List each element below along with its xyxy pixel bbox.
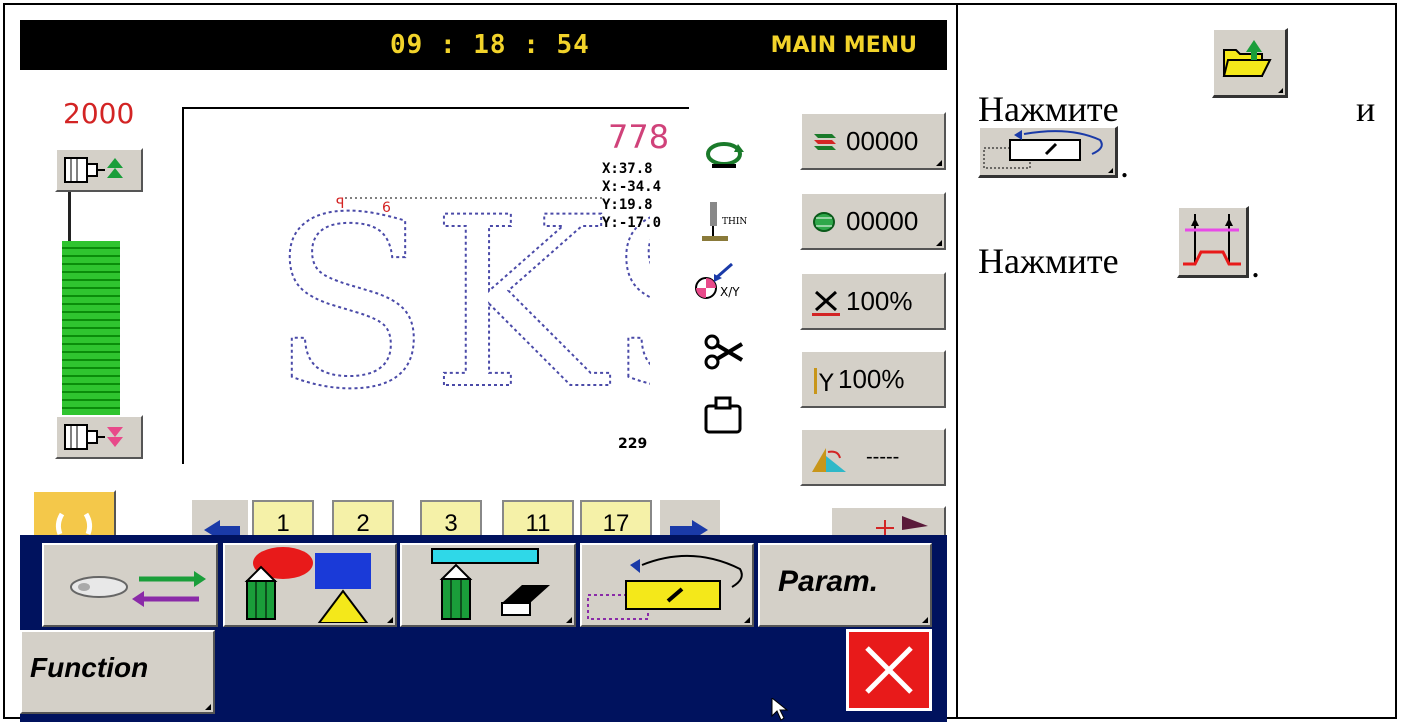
- clock: 09 : 18 : 54: [390, 30, 590, 60]
- top-bar: 09 : 18 : 54 MAIN MENU: [20, 20, 947, 70]
- tab-3-label: 3: [444, 510, 458, 537]
- create-pattern-button[interactable]: [223, 543, 397, 627]
- data-transfer-icon: [70, 571, 206, 607]
- rotate-cycle-icon[interactable]: [702, 132, 746, 172]
- shapes-pencil-icon: [244, 547, 371, 624]
- svg-text:THIN: THIN: [722, 217, 747, 227]
- x-scale-icon: [812, 290, 840, 316]
- move-pattern-icon: [587, 554, 743, 620]
- rotation-button[interactable]: -----: [800, 428, 946, 486]
- stitch-count: 778: [608, 118, 670, 156]
- function-button[interactable]: Function: [20, 630, 215, 714]
- stack-icon: [814, 134, 836, 150]
- arrow-left-icon: [204, 520, 240, 540]
- presser-foot-icon[interactable]: [702, 394, 746, 438]
- speed-slider-bar[interactable]: [62, 241, 120, 416]
- open-folder-icon: [1222, 40, 1272, 77]
- speed-down-button[interactable]: [55, 415, 143, 459]
- tab-11[interactable]: 11: [502, 500, 574, 540]
- svg-text:X/Y: X/Y: [720, 285, 740, 299]
- pattern-text: SKS: [270, 180, 650, 410]
- move-button-image: [978, 126, 1118, 178]
- mouse-cursor-icon: [771, 698, 789, 721]
- instruction-dot-2: .: [1251, 245, 1260, 285]
- spool-icon: [813, 212, 835, 232]
- tab-11-label: 11: [525, 510, 551, 537]
- arrow-right-icon: [670, 520, 708, 540]
- param-button[interactable]: Param.: [758, 543, 932, 627]
- pattern-outline: SKS ꟼ 6: [269, 180, 650, 410]
- thread-trim-icon[interactable]: [702, 330, 746, 374]
- y-scale-button[interactable]: Y 100%: [800, 350, 946, 408]
- menu-title: MAIN MENU: [770, 33, 917, 58]
- instruction-dot-1: .: [1120, 145, 1129, 185]
- data-transfer-button[interactable]: [42, 543, 218, 627]
- param-label: Param.: [778, 565, 879, 598]
- coordinates-readout: X:37.8 X:-34.4 Y:19.8 Y:-17.0: [602, 160, 661, 232]
- svg-text:Y: Y: [818, 369, 834, 396]
- origin-xy-icon[interactable]: X/Y: [692, 260, 752, 304]
- y-scale-value: 100%: [838, 364, 905, 394]
- rotation-icon: [812, 448, 846, 472]
- coord-x-min: X:-34.4: [602, 179, 662, 195]
- rotation-value: -----: [866, 446, 900, 468]
- sizing-icon: [1183, 214, 1241, 266]
- device-screen: 09 : 18 : 54 MAIN MENU 2000 SKS ꟼ 6 778 …: [20, 20, 947, 722]
- tab-3[interactable]: 3: [420, 500, 482, 540]
- speed-value: 2000: [63, 97, 135, 130]
- thread-counter-button[interactable]: 00000: [800, 192, 946, 250]
- x-scale-value: 100%: [846, 286, 913, 316]
- bracket-icon: [55, 512, 93, 535]
- function-label: Function: [30, 652, 149, 683]
- coord-y-max: Y:19.8: [602, 197, 653, 213]
- open-folder-button-image: [1212, 28, 1288, 98]
- thread-counter-value: 00000: [846, 206, 919, 236]
- speed-up-icon: [64, 157, 123, 183]
- x-scale-button[interactable]: 100%: [800, 272, 946, 330]
- coord-x-max: X:37.8: [602, 161, 653, 177]
- svg-text:6: 6: [382, 200, 391, 216]
- move-pattern-small-icon: [983, 130, 1103, 169]
- bobbin-counter-value: 00000: [846, 126, 919, 156]
- edit-pattern-button[interactable]: [400, 543, 576, 627]
- speed-up-button[interactable]: [55, 148, 143, 192]
- svg-text:ꟼ: ꟼ: [336, 196, 344, 212]
- needle-thin-icon: THIN: [702, 202, 747, 241]
- bobbin-counter-button[interactable]: 00000: [800, 112, 946, 170]
- move-pattern-button[interactable]: [580, 543, 754, 627]
- coord-y-min: Y:-17.0: [602, 215, 662, 231]
- close-icon: [865, 646, 913, 694]
- tab-1[interactable]: 1: [252, 500, 314, 540]
- instruction-conjunction: и: [1356, 89, 1376, 129]
- tab-2[interactable]: 2: [332, 500, 394, 540]
- ruler-eraser-icon: [431, 548, 550, 620]
- tab-17-label: 17: [602, 510, 630, 537]
- speed-down-icon: [64, 424, 123, 450]
- tab-2-label: 2: [356, 510, 370, 537]
- column-divider: [956, 3, 958, 719]
- end-stitch-count: 229: [618, 436, 648, 452]
- instruction-line1-text: Нажмите: [978, 89, 1119, 129]
- tab-17[interactable]: 17: [580, 500, 652, 540]
- tab-1-label: 1: [276, 510, 290, 537]
- tab-prev-button[interactable]: [192, 500, 248, 540]
- sizing-button-image: [1177, 206, 1249, 278]
- instruction-line2-text: Нажмите: [978, 241, 1119, 281]
- tab-next-button[interactable]: [660, 500, 720, 540]
- close-button[interactable]: [846, 629, 932, 711]
